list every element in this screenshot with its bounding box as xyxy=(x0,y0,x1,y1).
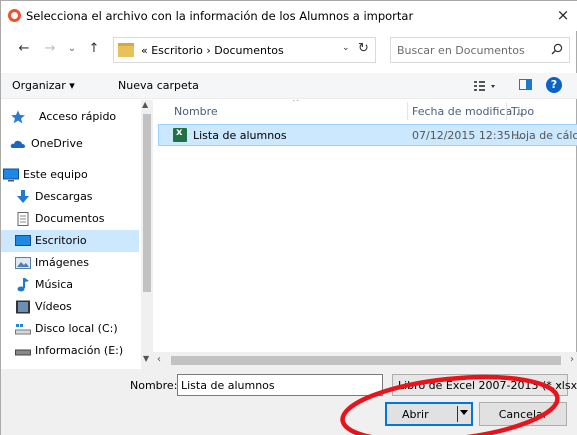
nav-item-info-drive[interactable]: Información (E:) xyxy=(1,340,139,362)
nav-item-music[interactable]: Música xyxy=(1,274,139,296)
nav-scrollbar[interactable]: ▲ ▼ xyxy=(141,100,153,369)
command-bar: Organizar ▾ Nueva carpeta ? xyxy=(1,73,577,99)
column-header-type[interactable]: Tipo xyxy=(511,100,534,122)
scroll-left-icon[interactable]: ‹ xyxy=(157,354,161,365)
scroll-down-icon[interactable]: ▼ xyxy=(143,354,149,363)
folder-icon xyxy=(118,43,134,57)
organize-button[interactable]: Organizar ▾ xyxy=(12,79,75,92)
table-row[interactable]: Lista de alumnos 07/12/2015 12:35 ... Ho… xyxy=(158,124,577,146)
horizontal-scrollbar[interactable]: ‹ › xyxy=(153,352,577,369)
cloud-icon xyxy=(10,140,25,148)
scroll-up-icon[interactable]: ▲ xyxy=(142,100,148,109)
close-button[interactable]: × xyxy=(548,1,577,31)
nav-item-local-disk[interactable]: Disco local (C:) xyxy=(1,318,139,340)
file-date: 07/12/2015 12:35 ... xyxy=(412,129,525,142)
recent-locations-button[interactable]: ⌄ xyxy=(63,40,81,58)
star-icon xyxy=(11,110,25,124)
search-icon xyxy=(551,43,563,55)
title-bar: Selecciona el archivo con la información… xyxy=(1,1,577,31)
view-options-icon[interactable] xyxy=(471,78,501,94)
drive-icon xyxy=(15,349,31,356)
search-input[interactable]: Buscar en Documentos xyxy=(397,44,525,57)
file-type: Hoja de cálc xyxy=(511,129,577,142)
breadcrumb[interactable]: « Escritorio › Documentos xyxy=(141,44,284,57)
excel-file-icon xyxy=(173,127,187,142)
video-icon xyxy=(16,300,30,314)
scroll-right-icon[interactable]: › xyxy=(570,354,574,365)
annotation-circle xyxy=(340,374,560,435)
up-button[interactable]: ↑ xyxy=(85,40,103,58)
music-icon xyxy=(17,278,29,292)
nav-item-images[interactable]: Imágenes xyxy=(1,252,139,274)
refresh-button[interactable]: ↻ xyxy=(358,41,369,56)
address-row: ← → ⌄ ↑ « Escritorio › Documentos ⌄ ↻ Bu… xyxy=(1,33,577,67)
back-button[interactable]: ← xyxy=(15,40,33,58)
nav-item-quick-access[interactable]: Acceso rápido xyxy=(1,106,139,128)
column-divider[interactable] xyxy=(506,102,507,120)
download-icon xyxy=(17,190,29,203)
search-box[interactable]: Buscar en Documentos xyxy=(390,37,570,63)
nav-item-onedrive[interactable]: OneDrive xyxy=(1,133,139,155)
address-dropdown-button[interactable]: ⌄ xyxy=(342,43,350,53)
computer-icon xyxy=(3,168,19,182)
filename-label: Nombre: xyxy=(130,379,178,392)
scroll-thumb[interactable] xyxy=(171,356,561,365)
column-header-name[interactable]: Nombre ^ xyxy=(174,100,300,122)
address-bar[interactable]: « Escritorio › Documentos ⌄ ↻ xyxy=(113,37,376,63)
nav-item-documents[interactable]: Documentos xyxy=(1,208,139,230)
open-file-dialog: Selecciona el archivo con la información… xyxy=(0,0,577,435)
nav-item-desktop[interactable]: Escritorio xyxy=(1,230,139,252)
file-name: Lista de alumnos xyxy=(193,129,287,142)
image-icon xyxy=(15,257,31,269)
nav-item-downloads[interactable]: Descargas xyxy=(1,186,139,208)
preview-pane-icon[interactable] xyxy=(519,79,532,90)
app-icon xyxy=(8,9,21,22)
help-icon[interactable]: ? xyxy=(546,77,562,93)
document-icon xyxy=(17,212,29,226)
desktop-icon xyxy=(15,235,31,246)
sort-ascending-icon: ^ xyxy=(292,100,300,108)
nav-item-videos[interactable]: Vídeos xyxy=(1,296,139,318)
dialog-title: Selecciona el archivo con la información… xyxy=(26,9,414,23)
column-divider[interactable] xyxy=(407,102,408,120)
navigation-pane: Acceso rápido OneDrive Este equipo Desca… xyxy=(1,100,153,369)
file-list: Nombre ^ Fecha de modifica... Tipo Lista… xyxy=(157,100,577,369)
drive-icon xyxy=(15,324,31,335)
scroll-thumb[interactable] xyxy=(143,114,151,292)
new-folder-button[interactable]: Nueva carpeta xyxy=(118,79,199,92)
nav-item-this-pc[interactable]: Este equipo xyxy=(1,164,139,186)
forward-button[interactable]: → xyxy=(41,40,59,58)
